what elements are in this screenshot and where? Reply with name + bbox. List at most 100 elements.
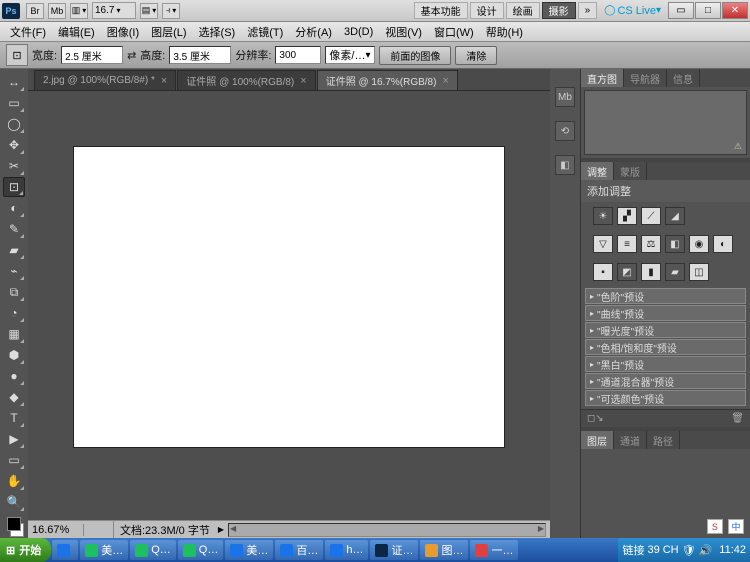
- horizontal-scrollbar[interactable]: [228, 523, 546, 537]
- taskbar-item[interactable]: 百…: [275, 540, 323, 560]
- taskbar-item[interactable]: [52, 540, 78, 560]
- tool-4[interactable]: ✂: [3, 156, 25, 176]
- menu-item[interactable]: 视图(V): [379, 22, 428, 42]
- tray-shield-icon[interactable]: 🛡: [682, 544, 696, 557]
- hue-icon[interactable]: ≡: [617, 235, 637, 253]
- minimize-button[interactable]: ▭: [668, 2, 694, 19]
- tab-channels[interactable]: 通道: [614, 431, 647, 449]
- taskbar-item[interactable]: Q…: [178, 540, 224, 560]
- badge-cn[interactable]: 中: [728, 519, 744, 534]
- menu-item[interactable]: 选择(S): [193, 22, 242, 42]
- tool-3[interactable]: ✥: [3, 135, 25, 155]
- menu-item[interactable]: 分析(A): [289, 22, 338, 42]
- clip-icon[interactable]: ◻↘: [587, 413, 604, 424]
- system-tray[interactable]: 链接 39 CH 🛡 🔊 11:42: [618, 538, 750, 562]
- bridge-icon[interactable]: Br: [26, 3, 44, 19]
- tray-volume-icon[interactable]: 🔊: [699, 544, 713, 557]
- tool-2[interactable]: ◯: [3, 114, 25, 134]
- minibridge-icon[interactable]: Mb: [48, 3, 66, 19]
- tab-paths[interactable]: 路径: [647, 431, 680, 449]
- menu-item[interactable]: 帮助(H): [480, 22, 529, 42]
- badge-s[interactable]: S: [707, 519, 723, 534]
- threshold-icon[interactable]: ▮: [641, 263, 661, 281]
- taskbar-item[interactable]: h…: [325, 540, 368, 560]
- tool-20[interactable]: 🔍: [3, 492, 25, 512]
- brightness-icon[interactable]: ☀: [593, 207, 613, 225]
- tab-histogram[interactable]: 直方图: [581, 69, 624, 87]
- tool-0[interactable]: ↔: [3, 72, 25, 92]
- close-tab-icon[interactable]: ×: [300, 75, 306, 87]
- preset-item[interactable]: "通道混合器"预设: [585, 373, 746, 389]
- tool-15[interactable]: ◆: [3, 387, 25, 407]
- tool-7[interactable]: ✎: [3, 219, 25, 239]
- invert-icon[interactable]: ▪: [593, 263, 613, 281]
- tool-18[interactable]: ▭: [3, 450, 25, 470]
- status-doc-info[interactable]: 文档:23.3M/0 字节: [114, 522, 216, 538]
- tool-10[interactable]: ⧉: [3, 282, 25, 302]
- tool-1[interactable]: ▭: [3, 93, 25, 113]
- workspace-design[interactable]: 设计: [470, 2, 504, 19]
- preset-item[interactable]: "色相/饱和度"预设: [585, 339, 746, 355]
- tool-12[interactable]: ▦: [3, 324, 25, 344]
- balance-icon[interactable]: ⚖: [641, 235, 661, 253]
- levels-icon[interactable]: ▞: [617, 207, 637, 225]
- close-tab-icon[interactable]: ×: [442, 75, 448, 87]
- preset-item[interactable]: "曝光度"预设: [585, 322, 746, 338]
- screen-mode-dropdown[interactable]: ▤: [140, 3, 158, 19]
- tool-13[interactable]: ⬢: [3, 345, 25, 365]
- tab-adjustments[interactable]: 调整: [581, 162, 614, 180]
- workspace-painting[interactable]: 绘画: [506, 2, 540, 19]
- exposure-icon[interactable]: ◢: [665, 207, 685, 225]
- clear-button[interactable]: 清除: [455, 46, 497, 65]
- taskbar-item[interactable]: 图…: [420, 540, 468, 560]
- preset-item[interactable]: "黑白"预设: [585, 356, 746, 372]
- workspace-more[interactable]: »: [578, 2, 598, 19]
- history-panel-icon[interactable]: ⟲: [555, 121, 575, 141]
- tool-5[interactable]: ⊡: [3, 177, 25, 197]
- photo-filter-icon[interactable]: ◉: [689, 235, 709, 253]
- menu-item[interactable]: 图像(I): [101, 22, 145, 42]
- tab-layers[interactable]: 图层: [581, 431, 614, 449]
- cslive-button[interactable]: CS Live ▾: [604, 5, 661, 17]
- tab-info[interactable]: 信息: [667, 69, 700, 87]
- tab-masks[interactable]: 蒙版: [614, 162, 647, 180]
- tool-6[interactable]: ◐: [3, 198, 25, 218]
- selective-icon[interactable]: ◫: [689, 263, 709, 281]
- tool-19[interactable]: ✋: [3, 471, 25, 491]
- document-tab[interactable]: 证件照 @ 100%(RGB/8)×: [177, 70, 315, 90]
- curves-icon[interactable]: ⟋: [641, 207, 661, 225]
- menu-item[interactable]: 编辑(E): [52, 22, 101, 42]
- menu-item[interactable]: 窗口(W): [428, 22, 480, 42]
- workspace-essentials[interactable]: 基本功能: [414, 2, 468, 19]
- workspace-photography[interactable]: 摄影: [542, 2, 576, 19]
- zoom-dropdown[interactable]: 16.7: [92, 2, 136, 19]
- menu-item[interactable]: 滤镜(T): [241, 22, 289, 42]
- preset-item[interactable]: "曲线"预设: [585, 305, 746, 321]
- crop-tool-icon[interactable]: ⊡: [6, 44, 28, 66]
- start-button[interactable]: 开始: [0, 538, 51, 562]
- preset-item[interactable]: "色阶"预设: [585, 288, 746, 304]
- minibridge-panel-icon[interactable]: Mb: [555, 87, 575, 107]
- taskbar-item[interactable]: 美…: [225, 540, 273, 560]
- swap-icon[interactable]: ⇄: [127, 49, 136, 62]
- taskbar-item[interactable]: 证…: [370, 540, 418, 560]
- foreground-color[interactable]: [7, 517, 21, 531]
- taskbar-item[interactable]: 美…: [80, 540, 128, 560]
- document-tab[interactable]: 证件照 @ 16.7%(RGB/8)×: [317, 70, 458, 90]
- posterize-icon[interactable]: ◩: [617, 263, 637, 281]
- tool-8[interactable]: ▰: [3, 240, 25, 260]
- preset-item[interactable]: "可选颜色"预设: [585, 390, 746, 406]
- tray-ime[interactable]: CH: [663, 544, 679, 556]
- tool-9[interactable]: ⌁: [3, 261, 25, 281]
- gradient-map-icon[interactable]: ▰: [665, 263, 685, 281]
- maximize-button[interactable]: □: [695, 2, 721, 19]
- taskbar-item[interactable]: 一…: [470, 540, 518, 560]
- menu-item[interactable]: 图层(L): [145, 22, 192, 42]
- tool-11[interactable]: ◔: [3, 303, 25, 323]
- bw-icon[interactable]: ◧: [665, 235, 685, 253]
- menu-item[interactable]: 文件(F): [4, 22, 52, 42]
- layout-dropdown[interactable]: ▥: [70, 3, 88, 19]
- front-image-button[interactable]: 前面的图像: [379, 46, 451, 65]
- trash-icon[interactable]: 🗑: [731, 413, 744, 424]
- tool-14[interactable]: ●: [3, 366, 25, 386]
